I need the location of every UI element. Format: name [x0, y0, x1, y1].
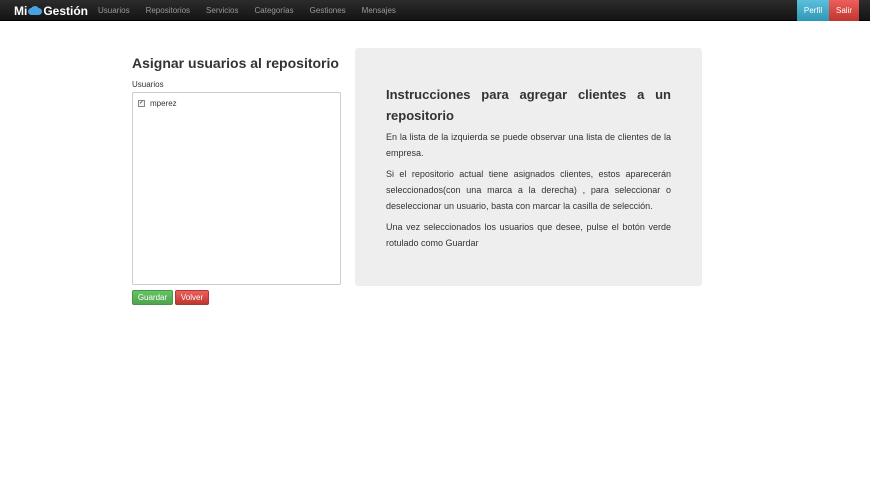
nav-item-gestiones[interactable]: Gestiones: [310, 0, 346, 21]
instructions-paragraph-3: Una vez seleccionados los usuarios que d…: [386, 222, 671, 248]
user-name: mperez: [150, 99, 177, 108]
nav-item-categorias[interactable]: Categorías: [255, 0, 294, 21]
instructions-panel: Instrucciones para agregar clientes a un…: [355, 48, 702, 286]
volver-button[interactable]: Volver: [175, 290, 209, 305]
page-title: Asignar usuarios al repositorio: [132, 55, 339, 71]
perfil-button[interactable]: Perfil: [797, 0, 829, 21]
instructions-title: Instrucciones para agregar clientes a un…: [386, 87, 671, 123]
cloud-icon: [28, 6, 43, 15]
main-nav: Usuarios Repositorios Servicios Categorí…: [98, 0, 412, 21]
nav-item-servicios[interactable]: Servicios: [206, 0, 238, 21]
top-navbar: Mi Gestión Usuarios Repositorios Servici…: [0, 0, 870, 21]
user-list-item[interactable]: ✓ mperez: [138, 99, 177, 108]
user-checkbox[interactable]: ✓: [138, 100, 145, 107]
nav-item-repositorios[interactable]: Repositorios: [146, 0, 190, 21]
instructions-paragraph-1: En la lista de la izquierda se puede obs…: [386, 132, 671, 158]
brand-text-mi: Mi: [14, 3, 28, 18]
instructions-content: Instrucciones para agregar clientes a un…: [386, 84, 671, 256]
brand-logo[interactable]: Mi Gestión: [14, 2, 88, 19]
nav-item-mensajes[interactable]: Mensajes: [362, 0, 396, 21]
nav-item-usuarios[interactable]: Usuarios: [98, 0, 130, 21]
salir-button[interactable]: Salir: [829, 0, 859, 21]
users-list-label: Usuarios: [132, 80, 164, 89]
users-list-box[interactable]: ✓ mperez: [132, 92, 341, 285]
guardar-button[interactable]: Guardar: [132, 290, 173, 305]
brand-text-gestion: Gestión: [43, 3, 89, 18]
instructions-paragraph-2: Si el repositorio actual tiene asignados…: [386, 169, 671, 211]
